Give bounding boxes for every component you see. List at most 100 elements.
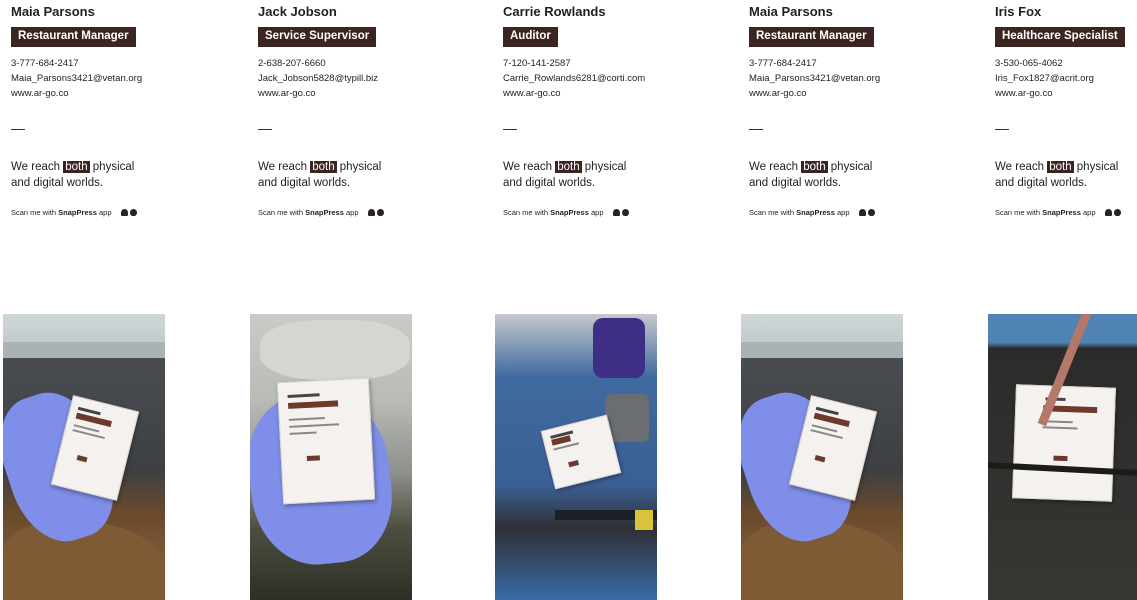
tagline-text: We reach (503, 161, 556, 173)
contact-block: 7-120-141-2587 Carrie_Rowlands6281@corti… (503, 56, 645, 101)
card-photo (495, 314, 657, 600)
store-icons (611, 208, 629, 218)
business-card-design: Jack Jobson Service Supervisor 2-638-207… (258, 0, 458, 300)
tagline-text: physical (89, 161, 135, 173)
tagline-text: physical (1073, 161, 1119, 173)
card-name: Iris Fox (995, 4, 1042, 19)
role-badge: Service Supervisor (258, 27, 377, 47)
scan-app-name: SnapPress (58, 208, 97, 217)
tagline: We reach both physical and digital world… (503, 159, 626, 191)
tagline-line-2: and digital worlds. (995, 177, 1088, 189)
divider (749, 129, 763, 130)
role-badge: Restaurant Manager (749, 27, 874, 47)
tagline-text: We reach (749, 161, 802, 173)
tagline: We reach both physical and digital world… (11, 159, 134, 191)
divider (995, 129, 1009, 130)
android-icon (120, 208, 128, 216)
scan-instruction: Scan me with SnapPress app (749, 208, 875, 218)
apple-icon (1113, 208, 1121, 216)
scan-suffix: app (96, 208, 112, 217)
printed-card (276, 377, 376, 505)
tagline-line-2: and digital worlds. (503, 177, 596, 189)
tagline-highlight: both (801, 161, 828, 173)
scan-prefix: Scan me with (995, 208, 1043, 217)
store-icons (119, 208, 137, 218)
scan-suffix: app (588, 208, 604, 217)
card-column: Maia Parsons Restaurant Manager 3-777-68… (3, 0, 211, 600)
scan-app-name: SnapPress (1042, 208, 1081, 217)
role-badge: Restaurant Manager (11, 27, 136, 47)
apple-icon (867, 208, 875, 216)
email-address: Carrie_Rowlands6281@corti.com (503, 73, 646, 84)
tagline: We reach both physical and digital world… (995, 159, 1118, 191)
tagline-line-2: and digital worlds. (258, 177, 351, 189)
business-card-design: Maia Parsons Restaurant Manager 3-777-68… (11, 0, 211, 300)
card-photo (3, 314, 165, 600)
card-column: Carrie Rowlands Auditor 7-120-141-2587 C… (495, 0, 703, 600)
tagline-line-2: and digital worlds. (11, 177, 104, 189)
scan-prefix: Scan me with (11, 208, 59, 217)
scan-suffix: app (343, 208, 359, 217)
divider (11, 129, 25, 130)
business-card-design: Carrie Rowlands Auditor 7-120-141-2587 C… (503, 0, 703, 300)
tagline-text: physical (336, 161, 382, 173)
store-icons (857, 208, 875, 218)
tagline-line-2: and digital worlds. (749, 177, 842, 189)
email-address: Iris_Fox1827@acrit.org (995, 73, 1094, 84)
card-column: Iris Fox Healthcare Specialist 3-530-065… (988, 0, 1137, 600)
tagline-text: We reach (995, 161, 1048, 173)
contact-block: 2-638-207-6660 Jack_Jobson5828@typill.bi… (258, 56, 378, 101)
card-name: Maia Parsons (749, 4, 833, 19)
apple-icon (376, 208, 384, 216)
card-name: Jack Jobson (258, 4, 337, 19)
tagline: We reach both physical and digital world… (749, 159, 872, 191)
email-address: Maia_Parsons3421@vetan.org (11, 73, 143, 84)
website-url: www.ar-go.co (995, 88, 1053, 99)
card-photo (741, 314, 903, 600)
scan-prefix: Scan me with (749, 208, 797, 217)
scan-app-name: SnapPress (796, 208, 835, 217)
business-card-design: Maia Parsons Restaurant Manager 3-777-68… (749, 0, 949, 300)
website-url: www.ar-go.co (503, 88, 561, 99)
website-url: www.ar-go.co (258, 88, 316, 99)
phone-number: 3-777-684-2417 (11, 58, 79, 69)
card-photo (250, 314, 412, 600)
scan-instruction: Scan me with SnapPress app (503, 208, 629, 218)
store-icons (366, 208, 384, 218)
tagline-highlight: both (555, 161, 582, 173)
card-name: Maia Parsons (11, 4, 95, 19)
phone-number: 3-777-684-2417 (749, 58, 817, 69)
card-photo (988, 314, 1137, 600)
scan-instruction: Scan me with SnapPress app (11, 208, 137, 218)
apple-icon (129, 208, 137, 216)
tagline-text: We reach (11, 161, 64, 173)
tagline: We reach both physical and digital world… (258, 159, 381, 191)
role-badge: Auditor (503, 27, 558, 47)
tagline-highlight: both (1047, 161, 1074, 173)
email-address: Jack_Jobson5828@typill.biz (258, 73, 379, 84)
scan-instruction: Scan me with SnapPress app (995, 208, 1121, 218)
divider (258, 129, 272, 130)
store-icons (1103, 208, 1121, 218)
email-address: Maia_Parsons3421@vetan.org (749, 73, 881, 84)
scan-prefix: Scan me with (503, 208, 551, 217)
scan-instruction: Scan me with SnapPress app (258, 208, 384, 218)
contact-block: 3-530-065-4062 Iris_Fox1827@acrit.org ww… (995, 56, 1094, 101)
card-column: Jack Jobson Service Supervisor 2-638-207… (250, 0, 458, 600)
apple-icon (621, 208, 629, 216)
divider (503, 129, 517, 130)
phone-number: 7-120-141-2587 (503, 58, 571, 69)
business-card-design: Iris Fox Healthcare Specialist 3-530-065… (995, 0, 1137, 300)
scan-app-name: SnapPress (550, 208, 589, 217)
tagline-text: physical (581, 161, 627, 173)
website-url: www.ar-go.co (749, 88, 807, 99)
tagline-text: We reach (258, 161, 311, 173)
phone-number: 3-530-065-4062 (995, 58, 1063, 69)
website-url: www.ar-go.co (11, 88, 69, 99)
contact-block: 3-777-684-2417 Maia_Parsons3421@vetan.or… (11, 56, 142, 101)
role-badge: Healthcare Specialist (995, 27, 1125, 47)
tagline-text: physical (827, 161, 873, 173)
scan-app-name: SnapPress (305, 208, 344, 217)
scan-prefix: Scan me with (258, 208, 306, 217)
android-icon (612, 208, 620, 216)
